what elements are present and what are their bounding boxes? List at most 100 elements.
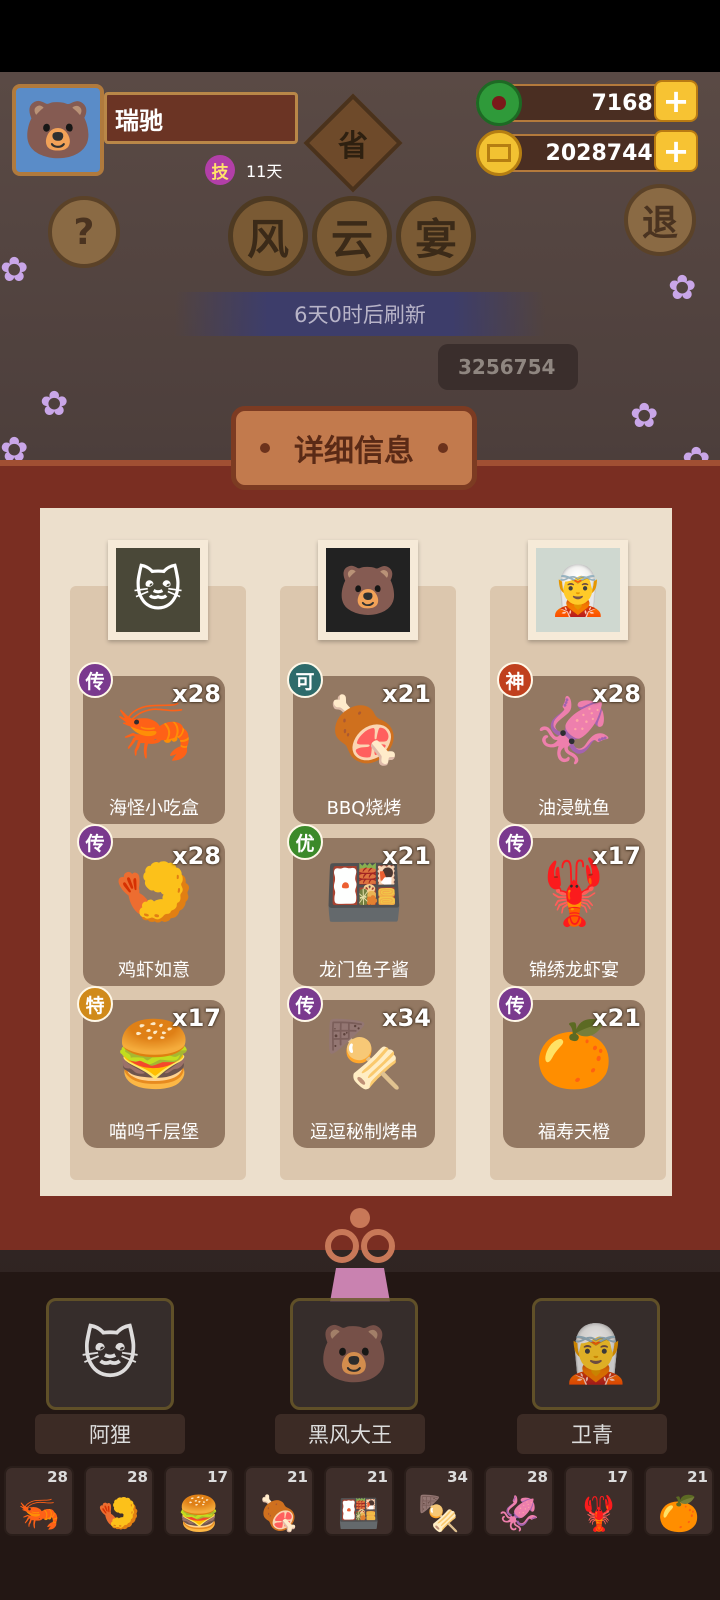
back-button[interactable]: 退 — [624, 184, 696, 256]
dish-name: 福寿天橙 — [538, 1122, 610, 1143]
dish-tray-item[interactable]: 🍱 21 — [324, 1466, 394, 1536]
help-button[interactable]: ? — [48, 196, 120, 268]
dish-card[interactable]: 🦐 传 x28 海怪小吃盒 — [77, 662, 225, 824]
character-card[interactable]: 🐱 — [46, 1298, 174, 1410]
dish-grade-badge: 神 — [497, 662, 533, 698]
dish-card[interactable]: 🍤 传 x28 鸡虾如意 — [77, 824, 225, 986]
panel-title-text: 详细信息 — [294, 434, 414, 469]
dish-thumb-count: 21 — [687, 1468, 708, 1486]
dish-tray-item[interactable]: 🦐 28 — [4, 1466, 74, 1536]
event-title-char: 云 — [312, 196, 392, 276]
white-hair-portrait-icon: 🧝 — [536, 548, 620, 632]
chef-portrait[interactable]: 🐻 — [318, 540, 418, 640]
dish-name: 逗逗秘制烤串 — [310, 1122, 418, 1143]
dish-thumb-count: 34 — [447, 1468, 468, 1486]
score-tag: 3256754 — [438, 344, 578, 390]
dish-grade-badge: 传 — [77, 662, 113, 698]
dish-grade-badge: 优 — [287, 824, 323, 860]
character-card[interactable]: 🐻 — [290, 1298, 418, 1410]
dish-card[interactable]: 🍢 传 x34 逗逗秘制烤串 — [287, 986, 435, 1148]
skill-badge-icon[interactable]: 技 — [205, 155, 235, 185]
dish-name: 锦绣龙虾宴 — [529, 960, 619, 981]
dish-card[interactable]: 🍱 优 x21 龙门鱼子酱 — [287, 824, 435, 986]
dish-thumb-count: 17 — [207, 1468, 228, 1486]
dish-card[interactable]: 🍊 传 x21 福寿天橙 — [497, 986, 645, 1148]
dish-thumb-icon: 🍔 — [177, 1494, 221, 1534]
dish-grade-badge: 传 — [497, 824, 533, 860]
dish-tray-item[interactable]: 🦞 17 — [564, 1466, 634, 1536]
dish-name: 喵呜千层堡 — [109, 1122, 199, 1143]
player-name-plate: 瑞驰 — [104, 92, 298, 144]
dish-name: 油浸鱿鱼 — [538, 798, 610, 819]
dish-thumb-icon: 🍤 — [97, 1494, 141, 1534]
dish-tray-item[interactable]: 🍔 17 — [164, 1466, 234, 1536]
dish-thumb-icon: 🦐 — [17, 1494, 61, 1534]
dish-name: 鸡虾如意 — [118, 960, 190, 981]
chef-portrait[interactable]: 🐱 — [108, 540, 208, 640]
title-dot — [260, 443, 270, 453]
dish-thumb-icon: 🍱 — [337, 1494, 381, 1534]
dish-name: BBQ烧烤 — [326, 798, 402, 819]
event-title-char: 风 — [228, 196, 308, 276]
add-coin-button[interactable]: + — [654, 130, 698, 172]
coin-amount: 20287448 — [545, 140, 668, 166]
dish-count: x17 — [172, 1004, 221, 1032]
dish-count: x21 — [592, 1004, 641, 1032]
dish-count: x28 — [172, 842, 221, 870]
witch-cat-portrait-icon: 🐱 — [116, 548, 200, 632]
dish-count: x21 — [382, 842, 431, 870]
dish-tray-item[interactable]: 🍤 28 — [84, 1466, 154, 1536]
dish-thumb-icon: 🍢 — [417, 1494, 461, 1534]
dish-thumb-icon: 🦞 — [577, 1494, 621, 1534]
dish-grade-badge: 传 — [77, 824, 113, 860]
flower-decoration-icon: ✿ — [0, 250, 29, 290]
dish-card[interactable]: 🍖 可 x21 BBQ烧烤 — [287, 662, 435, 824]
coin-icon — [476, 130, 522, 176]
dish-grade-badge: 可 — [287, 662, 323, 698]
dish-tray-item[interactable]: 🍖 21 — [244, 1466, 314, 1536]
dish-thumb-count: 28 — [47, 1468, 68, 1486]
dish-card[interactable]: 🦞 传 x17 锦绣龙虾宴 — [497, 824, 645, 986]
bear-avatar-icon: 🐻 — [23, 98, 93, 163]
dish-card[interactable]: 🦑 神 x28 油浸鱿鱼 — [497, 662, 645, 824]
dish-count: x28 — [592, 680, 641, 708]
add-jade-button[interactable]: + — [654, 80, 698, 122]
character-name: 阿狸 — [35, 1414, 185, 1454]
dish-thumb-count: 21 — [287, 1468, 308, 1486]
dish-thumb-count: 28 — [527, 1468, 548, 1486]
dish-thumb-count: 21 — [367, 1468, 388, 1486]
dish-thumb-count: 17 — [607, 1468, 628, 1486]
dish-count: x28 — [172, 680, 221, 708]
event-title-char: 宴 — [396, 196, 476, 276]
dish-thumb-icon: 🍖 — [257, 1494, 301, 1534]
skill-days: 11天 — [246, 162, 283, 181]
title-dot — [438, 443, 448, 453]
panel-title: 详细信息 — [231, 406, 477, 490]
character-name: 卫青 — [517, 1414, 667, 1454]
flower-decoration-icon: ✿ — [40, 384, 69, 424]
flower-decoration-icon: ✿ — [668, 268, 697, 308]
jade-icon — [476, 80, 522, 126]
dish-grade-badge: 传 — [287, 986, 323, 1022]
dish-thumb-icon: 🦑 — [497, 1494, 541, 1534]
dish-count: x34 — [382, 1004, 431, 1032]
dish-tray-item[interactable]: 🦑 28 — [484, 1466, 554, 1536]
dish-thumb-count: 28 — [127, 1468, 148, 1486]
player-avatar[interactable]: 🐻 — [12, 84, 104, 176]
chinese-knot-icon — [325, 1208, 395, 1302]
character-card[interactable]: 🧝 — [532, 1298, 660, 1410]
dish-name: 龙门鱼子酱 — [319, 960, 409, 981]
black-bear-portrait-icon: 🐻 — [326, 548, 410, 632]
player-name: 瑞驰 — [115, 106, 163, 135]
character-name: 黑风大王 — [275, 1414, 425, 1454]
province-badge: 省 — [338, 129, 368, 164]
dish-count: x17 — [592, 842, 641, 870]
dish-tray-item[interactable]: 🍢 34 — [404, 1466, 474, 1536]
status-bar — [0, 0, 720, 72]
refresh-timer: 6天0时后刷新 — [175, 292, 545, 336]
dish-grade-badge: 传 — [497, 986, 533, 1022]
chef-portrait[interactable]: 🧝 — [528, 540, 628, 640]
dish-thumb-icon: 🍊 — [657, 1494, 701, 1534]
dish-card[interactable]: 🍔 特 x17 喵呜千层堡 — [77, 986, 225, 1148]
dish-tray-item[interactable]: 🍊 21 — [644, 1466, 714, 1536]
